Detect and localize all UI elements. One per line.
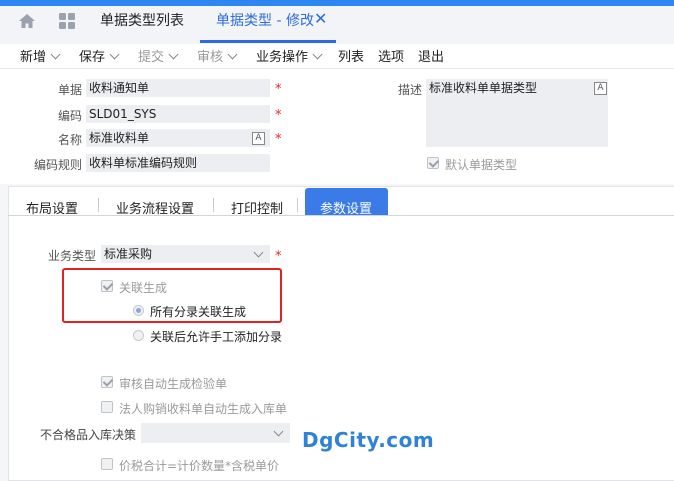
watermark: DgCity.com xyxy=(302,428,435,452)
business-ops-button-label: 业务操作 xyxy=(256,50,309,65)
tab-bill-type-list[interactable]: 单据类型列表 xyxy=(100,10,184,30)
new-button-label: 新增 xyxy=(20,50,47,65)
list-button[interactable]: 列表 xyxy=(338,46,364,65)
options-button[interactable]: 选项 xyxy=(378,46,404,65)
chevron-down-icon[interactable] xyxy=(168,49,179,60)
price-tax-total-label: 价税合计=计价数量*含税单价 xyxy=(119,459,280,473)
chevron-down-icon[interactable] xyxy=(227,49,238,60)
tab-divider xyxy=(98,198,99,212)
language-a-icon[interactable]: A xyxy=(252,132,265,145)
bill-label: 单据 xyxy=(57,83,82,97)
price-tax-total-checkbox[interactable] xyxy=(101,458,113,470)
business-type-label: 业务类型 xyxy=(47,249,96,263)
code-field[interactable]: SLD01_SYS xyxy=(86,105,270,123)
required-mark: * xyxy=(275,82,282,97)
association-generate-checkbox[interactable] xyxy=(101,280,113,292)
audit-button-label: 审核 xyxy=(197,50,224,65)
allow-manual-add-label: 关联后允许手工添加分录 xyxy=(150,330,283,344)
tab-divider xyxy=(213,198,214,212)
legal-entity-auto-inbound-label: 法人购销收料单自动生成入库单 xyxy=(119,402,288,416)
required-mark: * xyxy=(275,108,282,123)
submit-button-label: 提交 xyxy=(138,50,165,65)
active-tab-indicator xyxy=(200,40,336,43)
required-mark: * xyxy=(275,249,282,264)
save-button[interactable]: 保存 xyxy=(79,46,120,65)
default-bill-type-checkbox[interactable] xyxy=(427,157,439,169)
all-entries-label: 所有分录关联生成 xyxy=(150,305,247,319)
coding-rule-label: 编码规则 xyxy=(33,158,82,172)
bill-field[interactable]: 收料通知单 xyxy=(86,79,270,97)
reject-decision-select[interactable] xyxy=(141,423,290,443)
apps-grid-icon[interactable] xyxy=(58,12,76,30)
all-entries-radio[interactable] xyxy=(133,305,144,316)
submit-button[interactable]: 提交 xyxy=(138,46,179,65)
chevron-down-icon[interactable] xyxy=(312,49,323,60)
new-button[interactable]: 新增 xyxy=(20,46,61,65)
save-button-label: 保存 xyxy=(79,50,106,65)
required-mark: * xyxy=(275,132,282,147)
audit-auto-generate-label: 审核自动生成检验单 xyxy=(119,377,228,391)
name-label: 名称 xyxy=(57,133,82,147)
code-label: 编码 xyxy=(57,109,82,123)
name-field[interactable]: 标准收料单 xyxy=(86,129,270,147)
language-a-icon[interactable]: A xyxy=(594,82,607,95)
legal-entity-auto-inbound-checkbox[interactable] xyxy=(101,401,113,413)
home-icon[interactable] xyxy=(18,12,36,30)
coding-rule-field[interactable]: 收料单标准编码规则 xyxy=(86,154,270,172)
exit-button[interactable]: 退出 xyxy=(418,46,444,65)
audit-auto-generate-checkbox[interactable] xyxy=(101,376,113,388)
business-ops-button[interactable]: 业务操作 xyxy=(256,46,323,65)
close-icon[interactable]: ✕ xyxy=(314,9,327,28)
description-field[interactable]: 标准收料单单据类型 xyxy=(426,79,608,147)
association-generate-label: 关联生成 xyxy=(119,281,168,295)
tab-divider xyxy=(297,198,298,212)
reject-decision-label: 不合格品入库决策 xyxy=(39,428,136,442)
allow-manual-add-radio[interactable] xyxy=(133,330,144,341)
tab-bill-type-edit[interactable]: 单据类型 - 修改 xyxy=(216,10,314,30)
description-label: 描述 xyxy=(397,83,422,97)
default-bill-type-label: 默认单据类型 xyxy=(445,158,518,172)
tab-baseline xyxy=(8,215,674,216)
audit-button[interactable]: 审核 xyxy=(197,46,238,65)
chevron-down-icon[interactable] xyxy=(109,49,120,60)
business-type-select[interactable]: 标准采购 xyxy=(101,245,270,263)
chevron-down-icon[interactable] xyxy=(50,49,61,60)
